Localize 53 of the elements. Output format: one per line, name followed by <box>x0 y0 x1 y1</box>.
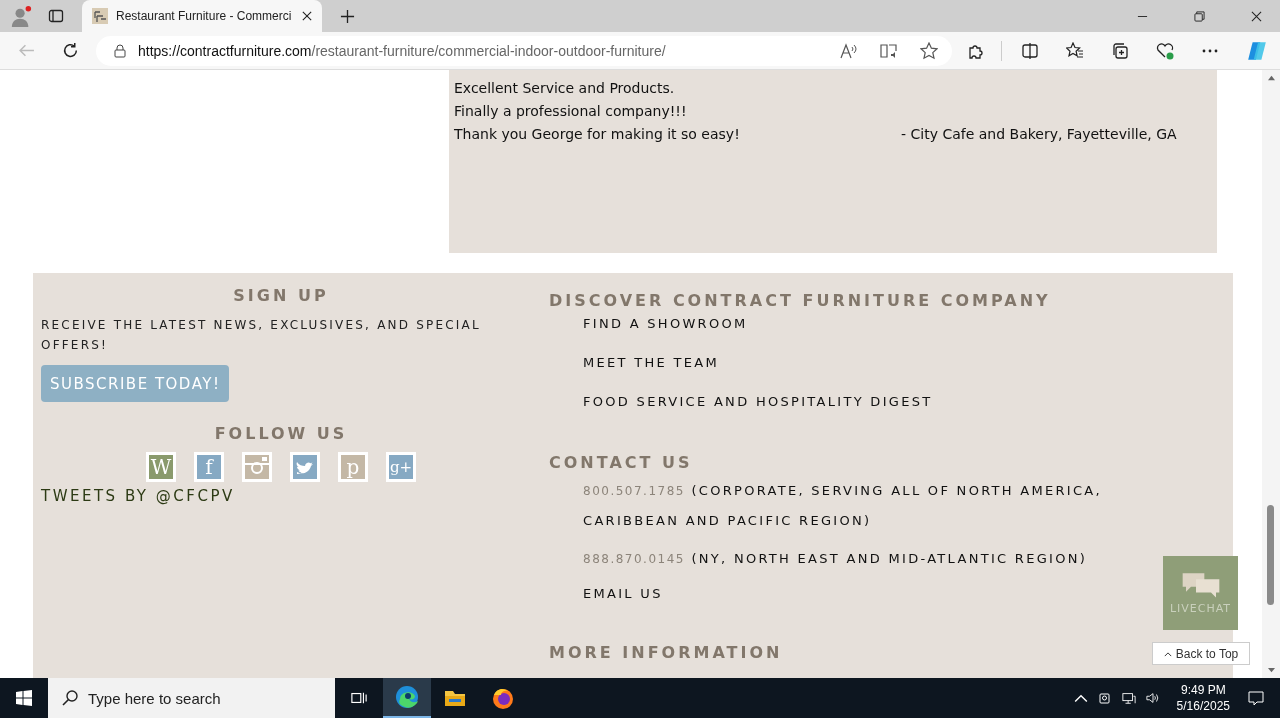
address-field[interactable]: https://contractfurniture.com/restaurant-furniture/commercial-indoor-outdoor-furniture/ <box>96 35 952 66</box>
search-icon <box>62 690 78 706</box>
favorites-icon[interactable] <box>1066 41 1084 60</box>
browser-tab[interactable]: Restaurant Furniture - Commerci <box>82 0 322 32</box>
contact-line: 800.507.1785 (CORPORATE, SERVING ALL OF NORTH AMERICA, CARIBBEAN AND PACIFIC REGION) <box>583 482 1103 530</box>
taskbar-clock[interactable]: 9:49 PM 5/16/2025 <box>1176 682 1230 714</box>
site-favicon <box>92 8 108 24</box>
browser-essentials-icon[interactable] <box>1156 41 1174 60</box>
footer-link[interactable]: FIND A SHOWROOM <box>583 314 748 333</box>
signup-text: RECEIVE THE LATEST NEWS, EXCLUSIVES, AND SPECIAL OFFERS! <box>41 317 482 354</box>
network-icon[interactable] <box>1121 691 1136 705</box>
meet-now-icon[interactable] <box>1097 691 1112 705</box>
new-tab-icon[interactable] <box>340 8 355 24</box>
chat-bubbles-icon <box>1180 571 1221 599</box>
refresh-icon[interactable] <box>62 42 79 59</box>
taskbar-search-field[interactable]: Type here to search <box>48 678 335 718</box>
windows-start-icon[interactable] <box>16 690 32 706</box>
volume-icon[interactable] <box>1145 691 1160 705</box>
tab-title: Restaurant Furniture - Commerci <box>116 9 293 23</box>
notifications-icon[interactable] <box>1248 690 1264 706</box>
footer-link[interactable]: MEET THE TEAM <box>583 353 719 372</box>
caret-icon <box>1163 651 1172 657</box>
section-heading: FOLLOW US <box>214 424 348 443</box>
section-heading: MORE INFORMATION <box>549 643 783 662</box>
profile-icon[interactable] <box>10 5 32 27</box>
split-screen-icon[interactable] <box>1021 41 1039 60</box>
close-icon[interactable] <box>1251 10 1262 22</box>
testimonial-text: Finally a professional company!!! <box>454 102 688 119</box>
scroll-up-icon[interactable] <box>1266 74 1276 81</box>
contact-line: 888.870.0145 (NY, NORTH EAST AND MID-ATLANTIC REGION) <box>583 550 1089 568</box>
edge-icon[interactable] <box>395 685 419 709</box>
lock-icon[interactable] <box>114 43 126 58</box>
collections-icon[interactable] <box>1111 41 1129 60</box>
tweets-link[interactable]: TWEETS BY @CFCPV <box>41 487 235 505</box>
task-view-icon[interactable] <box>351 690 367 706</box>
scrollbar-thumb[interactable] <box>1267 505 1274 605</box>
firefox-icon[interactable] <box>491 686 515 710</box>
copilot-icon[interactable] <box>1246 39 1268 62</box>
read-aloud-icon[interactable] <box>840 41 858 60</box>
restore-icon[interactable] <box>1194 10 1205 22</box>
section-heading: CONTACT US <box>549 453 693 472</box>
back-to-top-button[interactable]: Back to Top <box>1152 642 1250 665</box>
favorite-star-icon[interactable] <box>920 41 938 60</box>
testimonial-attribution: - City Cafe and Bakery, Fayetteville, GA <box>901 125 1177 142</box>
section-heading: SIGN UP <box>233 286 329 305</box>
section-heading: DISCOVER CONTRACT FURNITURE COMPANY <box>549 291 1051 310</box>
footer-link[interactable]: FOOD SERVICE AND HOSPITALITY DIGEST <box>583 392 933 411</box>
testimonial-text: Thank you George for making it so easy! <box>454 125 741 142</box>
tab-actions-icon[interactable] <box>48 8 64 24</box>
testimonial-text: Excellent Service and Products. <box>454 79 676 96</box>
close-tab-icon[interactable] <box>302 11 312 21</box>
scroll-down-icon[interactable] <box>1266 667 1276 674</box>
email-link[interactable]: EMAIL US <box>583 584 663 603</box>
